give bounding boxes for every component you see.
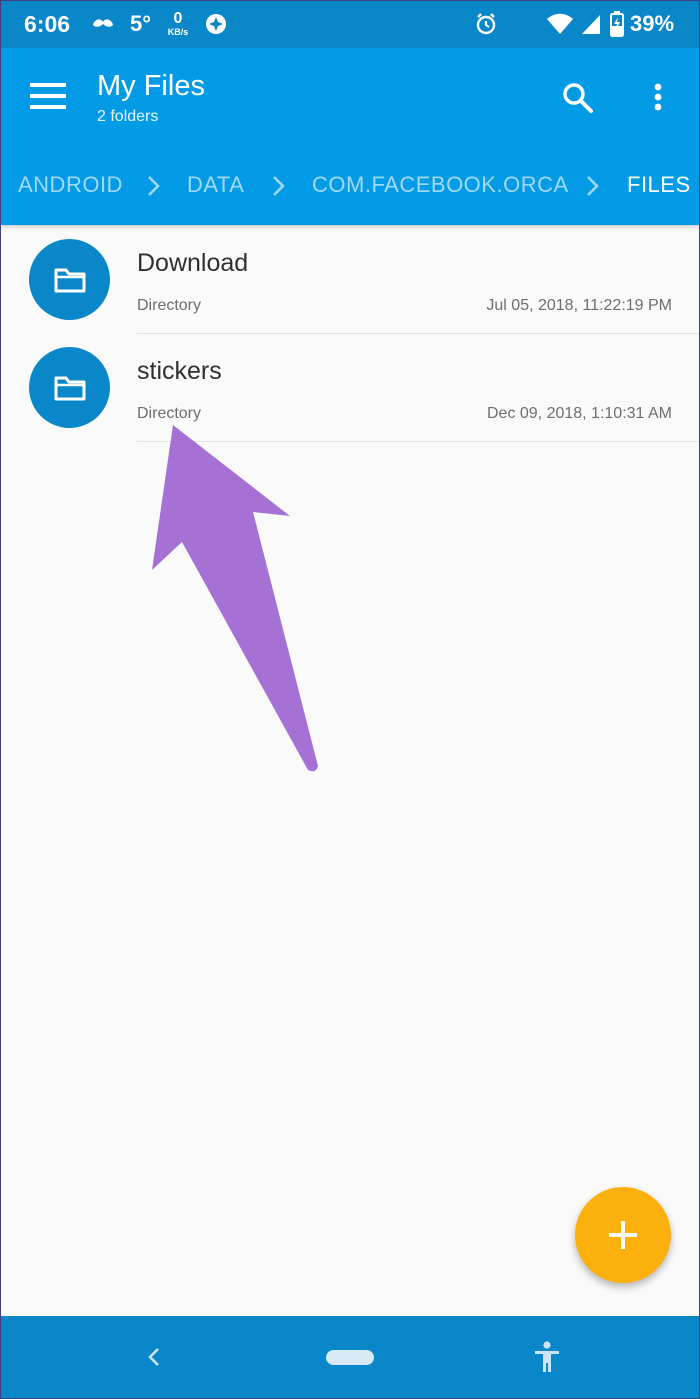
add-button[interactable] bbox=[575, 1187, 671, 1283]
arrow-annotation bbox=[152, 425, 318, 772]
plus-icon bbox=[609, 1221, 637, 1249]
accessibility-icon[interactable] bbox=[532, 1340, 562, 1374]
navigation-bar bbox=[0, 1316, 700, 1399]
home-pill[interactable] bbox=[326, 1350, 374, 1365]
back-icon[interactable] bbox=[140, 1342, 168, 1372]
